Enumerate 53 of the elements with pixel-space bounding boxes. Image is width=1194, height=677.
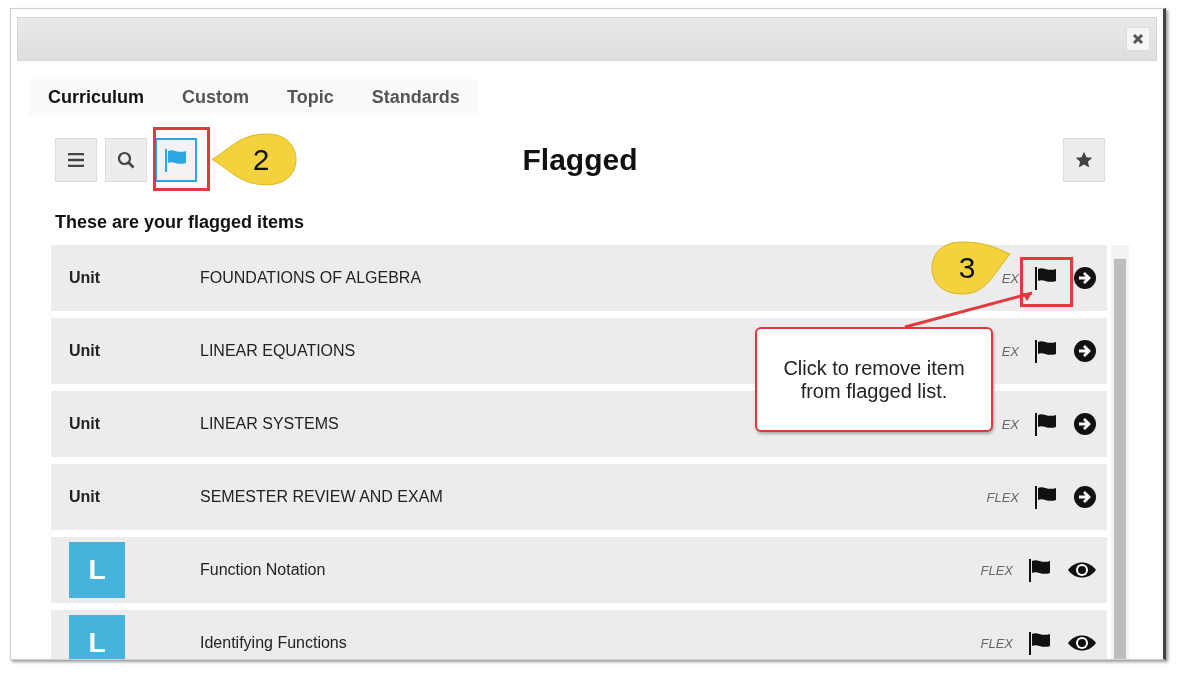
preview-eye-button[interactable]: [1067, 633, 1097, 653]
item-title: LINEAR SYSTEMS: [200, 415, 340, 433]
open-arrow-button[interactable]: [1073, 266, 1097, 290]
scrollbar[interactable]: [1111, 245, 1129, 659]
open-arrow-button[interactable]: [1073, 412, 1097, 436]
menu-button[interactable]: [55, 138, 97, 182]
flag-button[interactable]: [1033, 265, 1059, 291]
tab[interactable]: Topic: [268, 79, 353, 116]
close-button[interactable]: [1126, 27, 1150, 51]
flag-button[interactable]: [1033, 411, 1059, 437]
highlight-frame: [153, 127, 210, 191]
item-title: SEMESTER REVIEW AND EXAM: [200, 488, 444, 506]
highlight-frame: [1020, 257, 1073, 307]
item-type: Unit: [69, 342, 101, 359]
list-item[interactable]: L Function Notation FLEX: [51, 537, 1107, 603]
search-icon: [117, 151, 135, 169]
flex-tag: EX: [1001, 416, 1019, 432]
flag-button[interactable]: [1027, 630, 1053, 656]
item-type: Unit: [69, 488, 101, 505]
item-type: Unit: [69, 269, 101, 286]
item-type: Unit: [69, 415, 101, 432]
item-title: Function Notation: [200, 561, 327, 579]
callout-tooltip: Click to remove item from flagged list.: [755, 327, 993, 432]
list-item[interactable]: L Identifying Functions FLEX: [51, 610, 1107, 659]
tab[interactable]: Curriculum: [29, 79, 163, 116]
open-arrow-button[interactable]: [1073, 339, 1097, 363]
menu-icon: [68, 153, 84, 167]
list-heading: These are your flagged items: [55, 212, 306, 233]
close-icon: [1132, 33, 1144, 45]
item-title: LINEAR EQUATIONS: [200, 342, 357, 360]
flex-tag: EX: [1001, 270, 1019, 286]
flag-button[interactable]: [1033, 338, 1059, 364]
lesson-badge: L: [69, 615, 125, 659]
flag-icon: [163, 147, 189, 173]
tab[interactable]: Custom: [163, 79, 268, 116]
item-title: Identifying Functions: [200, 634, 348, 652]
star-icon: [1075, 151, 1093, 169]
lesson-badge: L: [69, 542, 125, 598]
favorite-button[interactable]: [1063, 138, 1105, 182]
tab[interactable]: Standards: [352, 79, 479, 116]
flag-button[interactable]: [1033, 484, 1059, 510]
item-title: FOUNDATIONS OF ALGEBRA: [200, 269, 423, 287]
flag-button[interactable]: [1027, 557, 1053, 583]
flex-tag: FLEX: [980, 562, 1013, 578]
page-title: Flagged: [522, 143, 638, 177]
list-item[interactable]: Unit SEMESTER REVIEW AND EXAM FLEX: [51, 464, 1107, 530]
preview-eye-button[interactable]: [1067, 560, 1097, 580]
open-arrow-button[interactable]: [1073, 485, 1097, 509]
flex-tag: FLEX: [980, 635, 1013, 651]
flex-tag: FLEX: [986, 489, 1019, 505]
flex-tag: EX: [1001, 343, 1019, 359]
search-button[interactable]: [105, 138, 147, 182]
step-number-marker: 2: [210, 132, 298, 188]
